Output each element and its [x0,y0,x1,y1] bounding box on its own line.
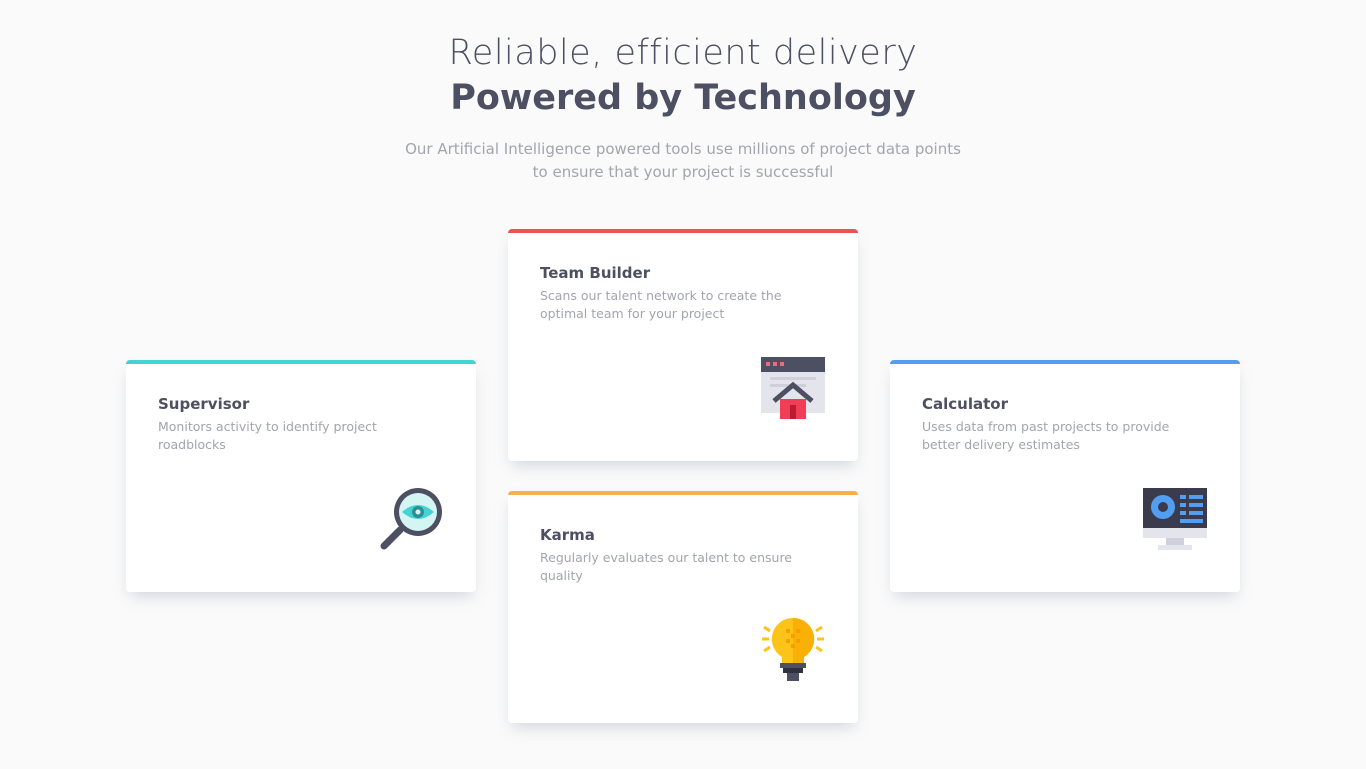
card-team-builder: Team Builder Scans our talent network to… [508,229,858,461]
card-description: Monitors activity to identify project ro… [158,419,377,452]
lightbulb-icon [760,617,826,683]
intro-text: Our Artificial Intelligence powered tool… [405,140,961,181]
card-accent-bar [508,491,858,495]
card-accent-bar [890,360,1240,364]
page: Reliable, efficient delivery Powered by … [0,0,1366,769]
card-description: Regularly evaluates our talent to ensure… [540,550,792,583]
card-accent-bar [126,360,476,364]
card-description: Uses data from past projects to provide … [922,419,1170,452]
monitor-chart-icon [1142,486,1208,552]
headline-light: Reliable, efficient delivery [448,33,918,73]
card-description: Scans our talent network to create the o… [540,288,782,321]
card-supervisor: Supervisor Monitors activity to identify… [126,360,476,592]
card-accent-bar [508,229,858,233]
magnifier-eye-icon [378,486,444,552]
card-title: Supervisor [158,395,250,413]
headline-bold: Powered by Technology [450,78,916,118]
browser-house-icon [760,355,826,421]
card-title: Team Builder [540,264,651,282]
card-karma: Karma Regularly evaluates our talent to … [508,491,858,723]
card-title: Calculator [922,395,1008,413]
card-title: Karma [540,526,595,544]
card-calculator: Calculator Uses data from past projects … [890,360,1240,592]
section-header: Reliable, efficient delivery Powered by … [0,30,1366,184]
